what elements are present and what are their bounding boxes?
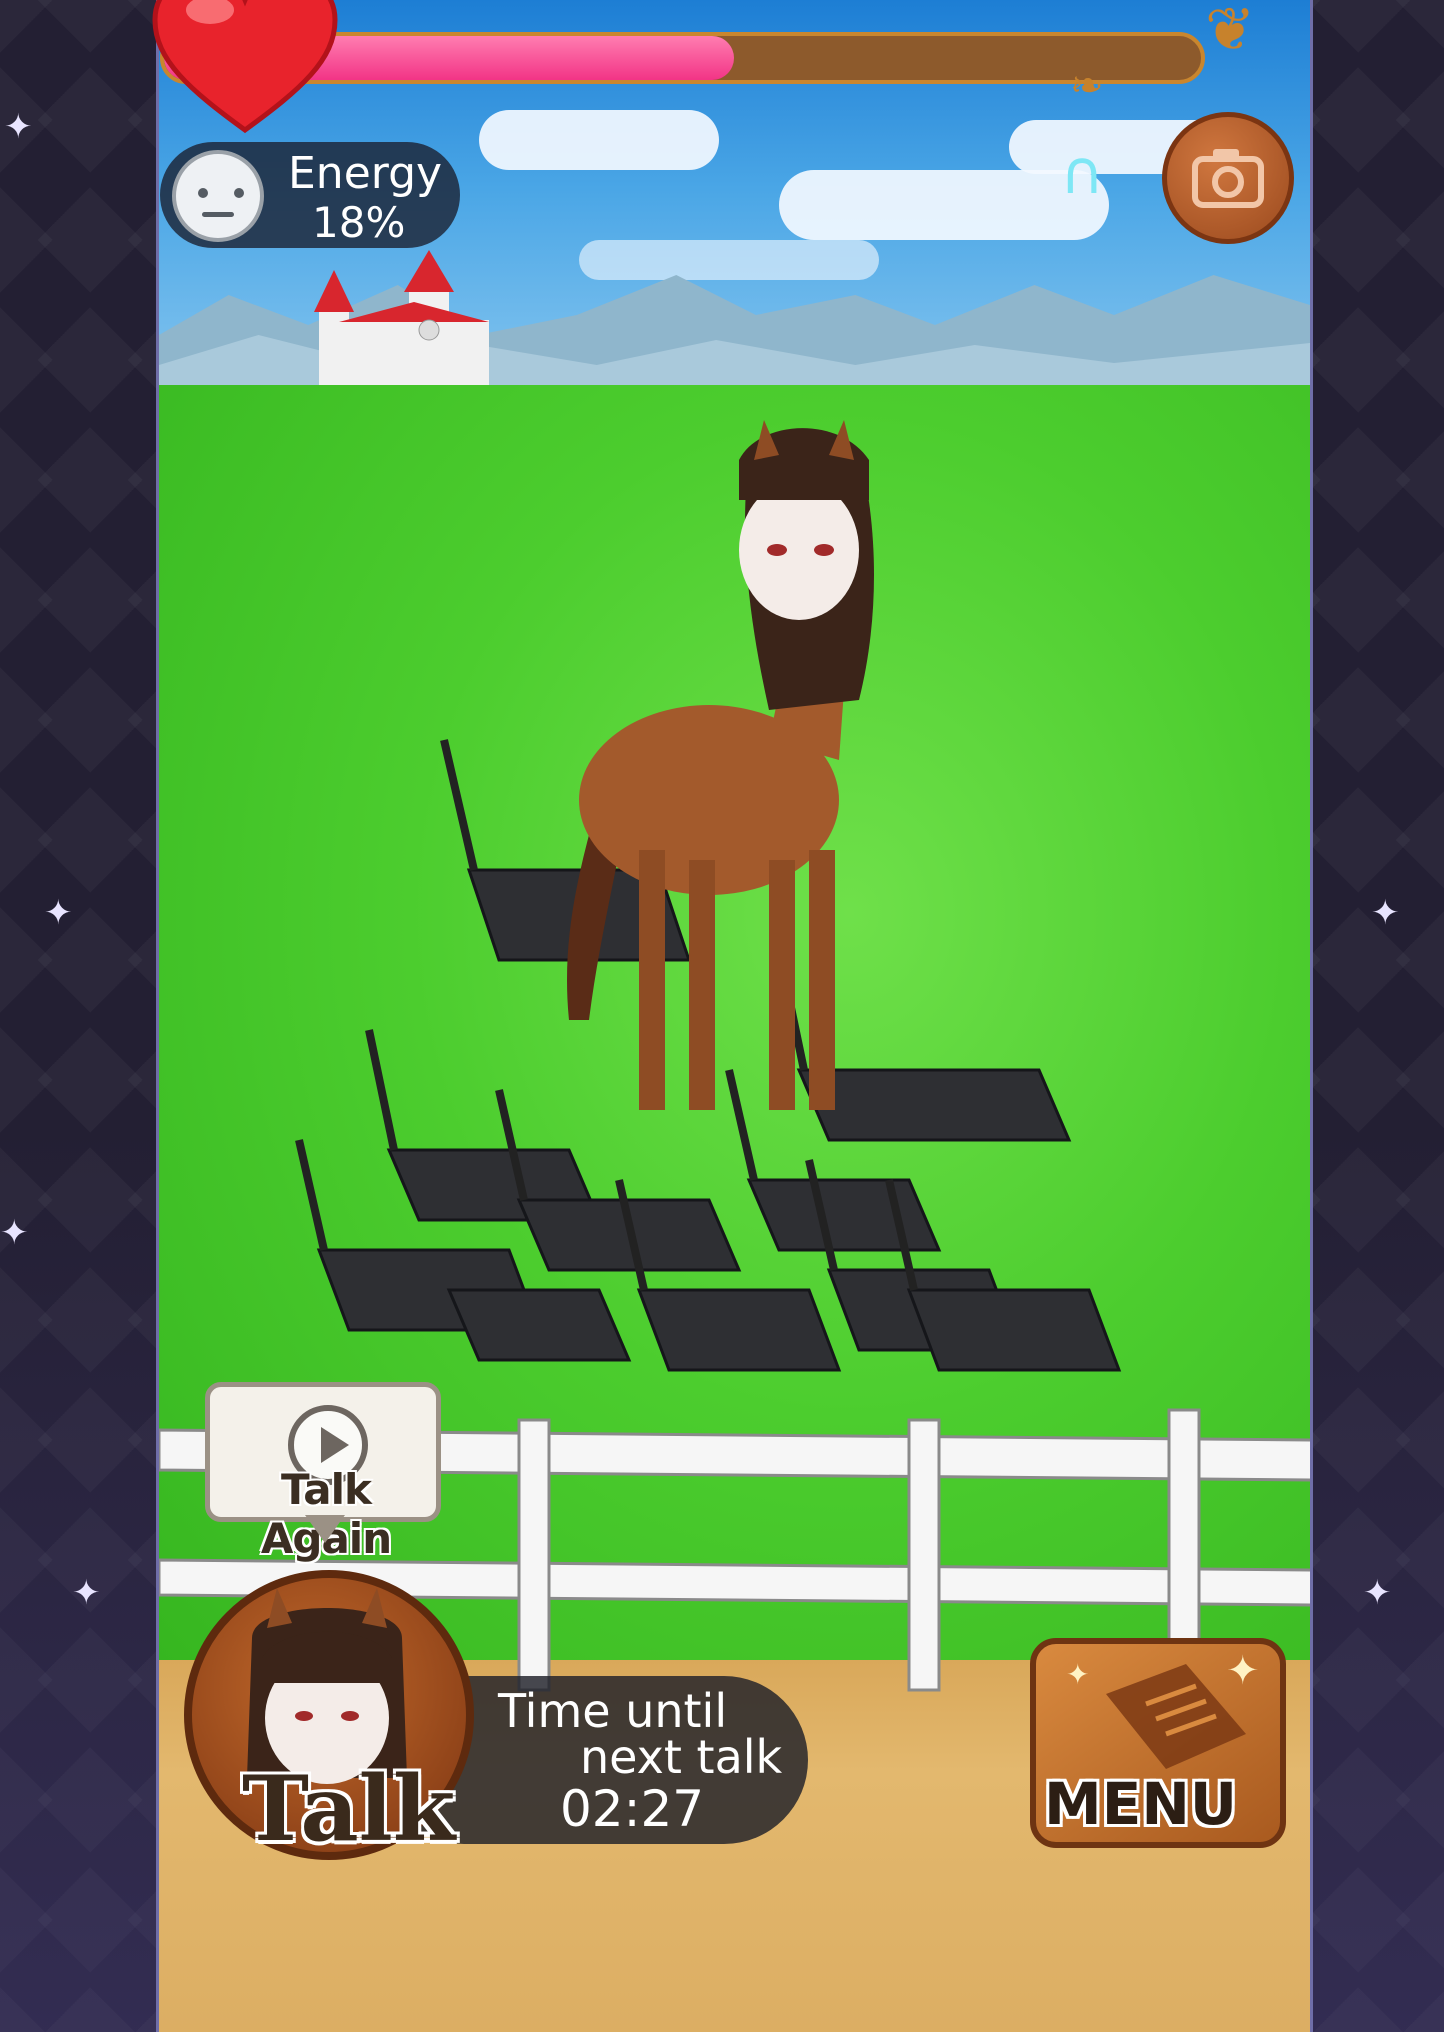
talk-again-label: Talk Again bbox=[260, 1465, 392, 1563]
svg-text:✦: ✦ bbox=[1066, 1658, 1089, 1691]
camera-icon bbox=[1192, 149, 1264, 208]
camera-button[interactable] bbox=[1162, 112, 1294, 244]
ornament-icon: ❧ bbox=[1070, 63, 1104, 109]
neutral-face-icon bbox=[172, 150, 264, 242]
menu-book-icon: ✦ ✦ bbox=[1066, 1648, 1260, 1769]
right-backdrop: ✦ ✦ bbox=[1313, 0, 1444, 2032]
talk-label: Talk bbox=[242, 1756, 456, 1862]
talk-again-button[interactable]: Talk Again bbox=[205, 1382, 441, 1563]
timer-value: 02:27 bbox=[560, 1780, 705, 1838]
energy-label: Energy bbox=[288, 148, 443, 199]
ornament-icon: ❦ bbox=[1205, 0, 1256, 65]
energy-value: 18% bbox=[312, 198, 406, 247]
sparkle-icon: ✦ bbox=[1371, 893, 1400, 933]
menu-label: MENU bbox=[1044, 1770, 1237, 1838]
svg-text:✦: ✦ bbox=[1226, 1648, 1260, 1694]
horseshoe-icon[interactable]: ∩ bbox=[1060, 138, 1104, 208]
sparkle-icon: ✦ bbox=[72, 1573, 101, 1613]
sparkle-icon: ✦ bbox=[0, 1213, 29, 1253]
timer-label-line2: next talk bbox=[580, 1730, 783, 1784]
sparkle-icon: ✦ bbox=[1363, 1573, 1392, 1613]
sparkle-icon: ✦ bbox=[4, 107, 33, 147]
left-backdrop: ✦ ✦ ✦ ✦ bbox=[0, 0, 156, 2032]
heart-icon bbox=[152, 0, 338, 134]
energy-indicator: Energy 18% bbox=[160, 142, 460, 248]
sparkle-icon: ✦ bbox=[44, 893, 73, 933]
horse-character[interactable] bbox=[499, 420, 919, 1200]
